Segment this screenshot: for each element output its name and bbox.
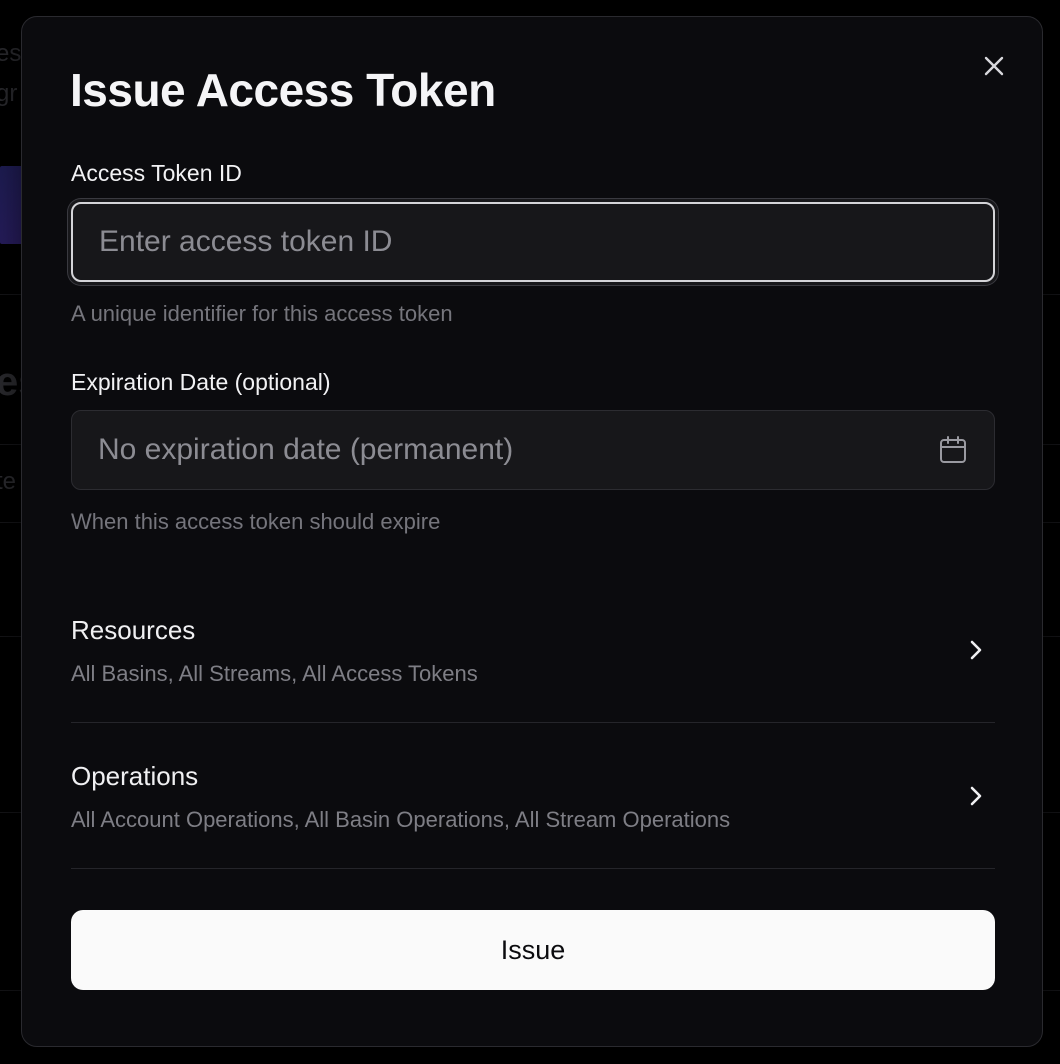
close-icon	[984, 56, 1004, 76]
expiration-placeholder: No expiration date (permanent)	[98, 433, 514, 466]
resources-row[interactable]: Resources All Basins, All Streams, All A…	[71, 577, 995, 723]
expiration-label: Expiration Date (optional)	[71, 369, 331, 395]
resources-title: Resources	[71, 615, 196, 645]
resources-summary: All Basins, All Streams, All Access Toke…	[71, 661, 478, 686]
calendar-icon	[940, 436, 966, 463]
expiration-help: When this access token should expire	[71, 509, 441, 534]
operations-summary: All Account Operations, All Basin Operat…	[71, 807, 731, 832]
issue-access-token-dialog: Issue Access Token Access Token ID A uni…	[21, 16, 1043, 1047]
section-divider	[71, 868, 995, 869]
chevron-right-icon	[970, 640, 982, 660]
chevron-right-icon	[970, 786, 982, 806]
operations-title: Operations	[71, 761, 199, 791]
background-fragment: gr	[0, 80, 18, 107]
background-fragment: te	[0, 468, 17, 495]
close-button[interactable]	[980, 52, 1008, 80]
token-id-help: A unique identifier for this access toke…	[71, 301, 453, 326]
operations-row[interactable]: Operations All Account Operations, All B…	[71, 723, 995, 869]
dialog-title: Issue Access Token	[70, 64, 496, 116]
issue-button[interactable]: Issue	[71, 910, 995, 990]
token-id-input[interactable]	[71, 202, 995, 282]
token-id-label: Access Token ID	[71, 160, 242, 186]
background-fragment: es	[0, 40, 22, 67]
expiration-date-picker[interactable]: No expiration date (permanent)	[71, 410, 995, 490]
